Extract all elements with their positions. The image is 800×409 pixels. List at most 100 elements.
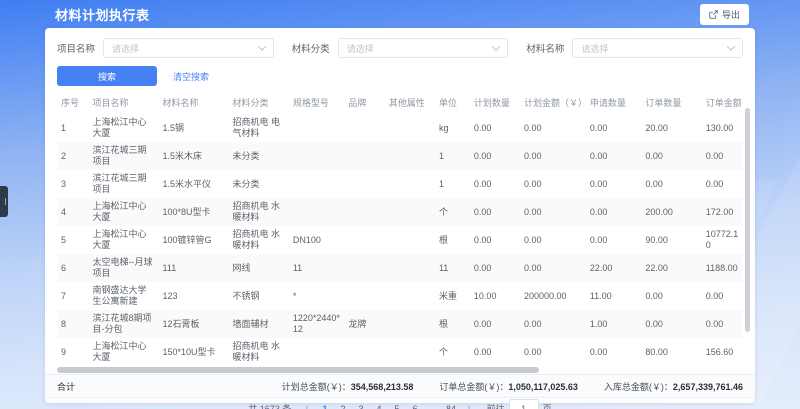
table-cell: 90.00: [641, 226, 701, 254]
content-card: 项目名称 请选择 材料分类 请选择 材料名称 请选择: [45, 28, 755, 403]
table-cell: 0.00: [470, 338, 520, 366]
table-cell: 11: [435, 254, 470, 282]
table-cell: 111: [159, 254, 229, 282]
table-cell: 根: [435, 310, 470, 338]
table-cell: 100镀锌管G: [159, 226, 229, 254]
table-cell: 0.00: [520, 114, 586, 142]
table-cell: 上海松江中心大厦: [89, 198, 159, 226]
table-cell: [344, 282, 384, 310]
table-cell: 150*10U型卡: [159, 338, 229, 366]
table-cell: 5: [57, 226, 89, 254]
vertical-scrollbar[interactable]: [745, 108, 750, 332]
table-row: 9上海松江中心大厦150*10U型卡招商机电 水暖材料个0.000.000.00…: [57, 338, 743, 366]
table-cell: [385, 114, 435, 142]
pager-page-6[interactable]: 6: [407, 401, 423, 409]
filter-bar: 项目名称 请选择 材料分类 请选择 材料名称 请选择: [57, 38, 743, 58]
table-cell: 0.00: [586, 338, 642, 366]
table-cell: 龙牌: [344, 310, 384, 338]
table-cell: 0.00: [586, 170, 642, 198]
inbound-total-amount-label: 入库总金额(￥)：: [604, 382, 673, 392]
table-cell: 未分类: [228, 142, 288, 170]
pager-page-4[interactable]: 4: [371, 401, 387, 409]
table-cell: 未分类: [228, 170, 288, 198]
chevron-down-icon: [257, 42, 265, 50]
column-header: 材料名称: [159, 94, 229, 114]
table-cell: 22.00: [586, 254, 642, 282]
export-button[interactable]: 导出: [700, 4, 749, 25]
filter-label-material-name: 材料名称: [526, 41, 564, 55]
table-cell: [289, 114, 345, 142]
clear-search-link[interactable]: 清空搜索: [173, 70, 209, 83]
table-cell: 0.00: [470, 170, 520, 198]
table-cell: 0.00: [470, 114, 520, 142]
horizontal-scrollbar[interactable]: [57, 367, 539, 373]
table-cell: 6: [57, 254, 89, 282]
pager-page-5[interactable]: 5: [389, 401, 405, 409]
table-cell: 招商机电 水暖材料: [228, 198, 288, 226]
table-cell: 滨江花城三期项目: [89, 170, 159, 198]
table-cell: 上海松江中心大厦: [89, 226, 159, 254]
table-cell: 12石膏板: [159, 310, 229, 338]
table-cell: [344, 338, 384, 366]
table-cell: 2: [57, 142, 89, 170]
plan-total-amount-value: 354,568,213.58: [351, 382, 414, 392]
sidebar-toggle-handle[interactable]: [0, 186, 8, 217]
pager-prev-button[interactable]: ‹: [303, 403, 311, 409]
table-cell: 0.00: [586, 114, 642, 142]
pager-page-84[interactable]: 84: [443, 401, 459, 409]
column-header: 品牌: [344, 94, 384, 114]
pager-next-button[interactable]: ›: [465, 403, 473, 409]
table-cell: [344, 198, 384, 226]
table-cell: kg: [435, 114, 470, 142]
table-cell: 1: [435, 142, 470, 170]
table-cell: 0.00: [470, 254, 520, 282]
table-cell: 7: [57, 282, 89, 310]
table-header-row: 序号项目名称材料名称材料分类规格型号品牌其他属性单位计划数量计划金额（￥）申请数…: [57, 94, 743, 114]
column-header: 计划金额（￥）: [520, 94, 586, 114]
pager-ellipsis: ···: [425, 401, 441, 409]
table-cell: 0.00: [702, 142, 743, 170]
material-name-select[interactable]: 请选择: [572, 38, 743, 58]
table-cell: *: [289, 282, 345, 310]
material-category-select[interactable]: 请选择: [338, 38, 509, 58]
pagination: 共 1673 条 ‹ 123456···84 › 前往 页: [57, 398, 743, 409]
table-cell: 不锈钢: [228, 282, 288, 310]
table-cell: 网线: [228, 254, 288, 282]
goto-suffix: 页: [543, 402, 552, 409]
pager-page-3[interactable]: 3: [353, 401, 369, 409]
select-placeholder: 请选择: [581, 42, 608, 55]
table-cell: 招商机电 水暖材料: [228, 338, 288, 366]
table-cell: 10772.10: [702, 226, 743, 254]
inbound-total-amount: 入库总金额(￥)：2,657,339,761.46: [604, 380, 743, 393]
goto-page-input[interactable]: [509, 399, 539, 409]
table-cell: 200.00: [641, 198, 701, 226]
table-cell: [385, 310, 435, 338]
search-button[interactable]: 搜索: [57, 66, 157, 86]
plan-total-amount-label: 计划总金额(￥)：: [282, 382, 351, 392]
table-cell: 墙面辅材: [228, 310, 288, 338]
table-cell: [385, 170, 435, 198]
project-name-select[interactable]: 请选择: [103, 38, 274, 58]
select-placeholder: 请选择: [112, 42, 139, 55]
table-cell: 0.00: [520, 170, 586, 198]
table-body: 1上海松江中心大厦1.5钢招商机电 电气材料kg0.000.000.0020.0…: [57, 114, 743, 366]
table-cell: 1: [57, 114, 89, 142]
table-cell: 滨江花城三期项目: [89, 142, 159, 170]
table-cell: 1.5米水平仪: [159, 170, 229, 198]
table-cell: 11.00: [586, 282, 642, 310]
table-cell: [385, 226, 435, 254]
order-total-amount: 订单总金额(￥)：1,050,117,025.63: [439, 380, 578, 393]
table-cell: 0.00: [470, 226, 520, 254]
pager-page-2[interactable]: 2: [335, 401, 351, 409]
table-row: 8滨江花城8期项目-分包12石膏板墙面辅材1220*2440*12龙牌根0.00…: [57, 310, 743, 338]
table-cell: 0.00: [641, 282, 701, 310]
table-cell: [289, 170, 345, 198]
column-header: 申请数量: [586, 94, 642, 114]
table-cell: [344, 226, 384, 254]
select-placeholder: 请选择: [347, 42, 374, 55]
table-cell: 100*8U型卡: [159, 198, 229, 226]
filter-group-material-name: 材料名称 请选择: [526, 38, 743, 58]
plan-total-amount: 计划总金额(￥)：354,568,213.58: [282, 380, 414, 393]
table-cell: 上海松江中心大厦: [89, 114, 159, 142]
pager-page-1[interactable]: 1: [317, 401, 333, 409]
